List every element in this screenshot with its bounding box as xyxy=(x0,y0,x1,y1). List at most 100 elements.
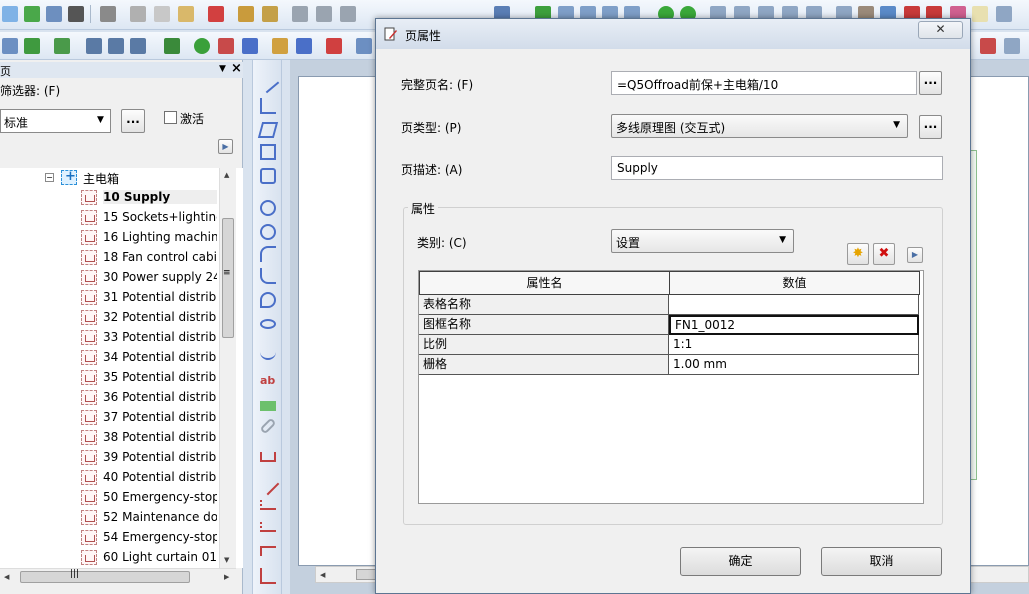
arc-alt-icon[interactable] xyxy=(260,268,276,284)
dimension-chain-icon[interactable] xyxy=(260,500,276,510)
tree-page-item[interactable]: 18 Fan control cabi xyxy=(0,248,220,268)
brush-icon[interactable] xyxy=(238,6,254,22)
undo-icon[interactable] xyxy=(292,6,308,22)
tree-page-item[interactable]: 31 Potential distribu xyxy=(0,288,220,308)
tree-root-node[interactable]: − 主电箱 xyxy=(0,168,220,188)
tree-page-item[interactable]: 33 Potential distribu xyxy=(0,328,220,348)
tree-page-item[interactable]: 39 Potential distribu xyxy=(0,448,220,468)
page-type-more-button[interactable]: ... xyxy=(919,115,942,139)
dialog-titlebar[interactable]: 页属性 ✕ xyxy=(376,19,970,49)
point-icon[interactable] xyxy=(260,168,276,184)
tree-page-item[interactable]: 34 Potential distribu xyxy=(0,348,220,368)
close-icon[interactable]: × xyxy=(231,61,242,76)
tree-page-item[interactable]: 10 Supply xyxy=(0,188,220,208)
mark-icon[interactable] xyxy=(272,38,288,54)
scroll-thumb[interactable] xyxy=(222,218,234,338)
polyline-icon[interactable] xyxy=(260,98,276,114)
sector-icon[interactable] xyxy=(260,292,276,308)
tree-page-item[interactable]: 35 Potential distribu xyxy=(0,368,220,388)
table-icon[interactable] xyxy=(996,6,1012,22)
polygon-icon[interactable] xyxy=(257,122,279,138)
settings-icon[interactable] xyxy=(100,6,116,22)
list-icon[interactable] xyxy=(356,38,372,54)
pen-icon[interactable] xyxy=(262,6,278,22)
ellipse-icon[interactable] xyxy=(260,319,276,329)
tree-page-item[interactable]: 37 Potential distribu xyxy=(0,408,220,428)
scroll-down-icon[interactable]: ▼ xyxy=(224,556,229,564)
paste-icon[interactable] xyxy=(178,6,194,22)
property-value-cell[interactable]: 1.00 mm xyxy=(669,355,919,375)
line-icon[interactable] xyxy=(256,70,280,94)
redo-icon[interactable] xyxy=(340,6,356,22)
flag-icon[interactable] xyxy=(242,38,258,54)
close-button[interactable]: ✕ xyxy=(918,21,963,39)
tree-page-item[interactable]: 32 Potential distribu xyxy=(0,308,220,328)
collapse-icon[interactable]: − xyxy=(45,173,54,182)
property-value-cell[interactable]: FN1_0012 xyxy=(669,315,919,335)
page-type-select[interactable]: 多线原理图 (交互式) ▼ xyxy=(611,114,908,138)
cut-icon[interactable] xyxy=(130,6,146,22)
misc-icon[interactable] xyxy=(980,38,996,54)
cancel-button[interactable]: 取消 xyxy=(821,547,942,576)
property-name-cell[interactable]: 图框名称 xyxy=(419,315,669,335)
text-icon[interactable]: ab xyxy=(260,374,276,390)
tree-page-item[interactable]: 60 Light curtain 01 xyxy=(0,548,220,568)
tree-page-item[interactable]: 15 Sockets+lighting xyxy=(0,208,220,228)
scroll-thumb[interactable] xyxy=(20,571,190,583)
page-open-icon[interactable] xyxy=(24,38,40,54)
align-a-icon[interactable] xyxy=(86,38,102,54)
open-project-icon[interactable] xyxy=(24,6,40,22)
print-icon[interactable] xyxy=(68,6,84,22)
save-icon[interactable] xyxy=(46,6,62,22)
full-page-name-field[interactable]: =Q5Offroad前保+主电箱/10 xyxy=(611,71,917,95)
puzzle-icon[interactable] xyxy=(54,38,70,54)
column-header-property-name[interactable]: 属性名 xyxy=(419,271,670,295)
tree-page-item[interactable]: 36 Potential distribu xyxy=(0,388,220,408)
new-property-button[interactable]: ✸ xyxy=(847,243,869,265)
align-b-icon[interactable] xyxy=(108,38,124,54)
scroll-left-icon[interactable]: ◀ xyxy=(4,573,9,581)
jump-icon[interactable] xyxy=(296,38,312,54)
pin-icon[interactable]: ▼ xyxy=(219,64,226,74)
delete-icon[interactable] xyxy=(208,6,224,22)
function-icon[interactable] xyxy=(164,38,180,54)
scroll-right-icon[interactable]: ▶ xyxy=(224,573,229,581)
tree-page-item[interactable]: 54 Emergency-stop xyxy=(0,528,220,548)
angle-dimension-icon[interactable] xyxy=(260,568,276,584)
property-value-cell[interactable] xyxy=(669,295,919,315)
check-icon[interactable] xyxy=(194,38,210,54)
error-icon[interactable] xyxy=(218,38,234,54)
page-new-icon[interactable] xyxy=(2,38,18,54)
delete-property-button[interactable]: ✖ xyxy=(873,243,895,265)
circle-icon[interactable] xyxy=(260,200,276,216)
copy-icon[interactable] xyxy=(154,6,170,22)
property-name-cell[interactable]: 栅格 xyxy=(419,355,669,375)
category-select[interactable]: 设置 ▼ xyxy=(611,229,794,253)
property-name-cell[interactable]: 比例 xyxy=(419,335,669,355)
new-page-icon[interactable] xyxy=(2,6,18,22)
dimension-base-icon[interactable] xyxy=(260,522,276,532)
tree-horizontal-scrollbar[interactable]: ◀ ||| ▶ xyxy=(0,568,236,585)
remove-icon[interactable] xyxy=(326,38,342,54)
circle-3pt-icon[interactable] xyxy=(260,224,276,240)
tree-page-item[interactable]: 50 Emergency-stop xyxy=(0,488,220,508)
ok-button[interactable]: 确定 xyxy=(680,547,801,576)
tree-page-item[interactable]: 40 Potential distribu xyxy=(0,468,220,488)
scroll-left-icon[interactable]: ◀ xyxy=(320,571,325,579)
redo-icon[interactable] xyxy=(316,6,332,22)
expand-arrow-icon[interactable]: ▶ xyxy=(907,247,923,263)
align-c-icon[interactable] xyxy=(130,38,146,54)
page-description-field[interactable]: Supply xyxy=(611,156,943,180)
property-value-cell[interactable]: 1:1 xyxy=(669,335,919,355)
property-name-cell[interactable]: 表格名称 xyxy=(419,295,669,315)
activate-checkbox[interactable] xyxy=(164,111,177,124)
tree-page-item[interactable]: 38 Potential distribu xyxy=(0,428,220,448)
tree-page-item[interactable]: 30 Power supply 24 xyxy=(0,268,220,288)
column-header-value[interactable]: 数值 xyxy=(669,271,920,295)
scroll-up-icon[interactable]: ▲ xyxy=(224,171,229,179)
full-page-name-more-button[interactable]: ... xyxy=(919,71,942,95)
hyperlink-icon[interactable] xyxy=(259,417,277,435)
counter-icon[interactable] xyxy=(972,6,988,22)
image-icon[interactable] xyxy=(260,401,276,411)
tree-page-item[interactable]: 16 Lighting machine xyxy=(0,228,220,248)
